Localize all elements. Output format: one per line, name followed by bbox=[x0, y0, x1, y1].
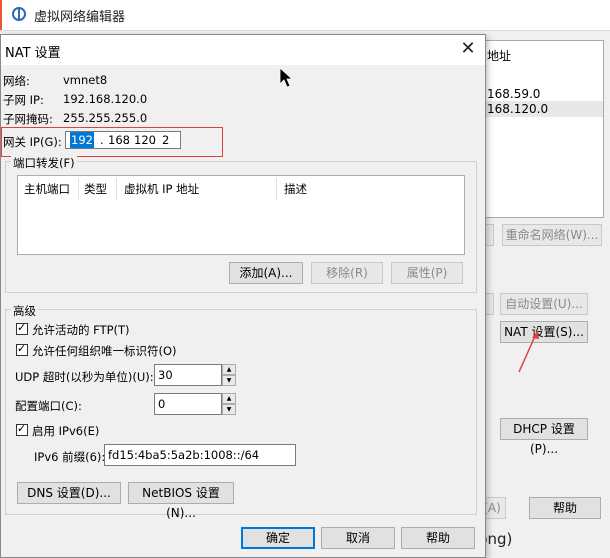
annotation-edge bbox=[0, 0, 2, 30]
annotation-arrow-icon bbox=[518, 330, 539, 373]
config-port-label: 配置端口(C): bbox=[15, 399, 82, 413]
editor-title: 虚拟网络编辑器 bbox=[34, 10, 126, 25]
rename-network-button[interactable]: 重命名网络(W)... bbox=[502, 224, 602, 246]
ip-dot: . bbox=[152, 133, 156, 147]
network-label: 网络: bbox=[3, 74, 30, 88]
list-item[interactable]: 168.59.0 bbox=[487, 87, 540, 101]
close-icon[interactable]: ✕ bbox=[459, 40, 477, 58]
column-header-description[interactable]: 描述 bbox=[284, 181, 307, 197]
gateway-label: 网关 IP(G): bbox=[3, 135, 62, 149]
port-forwarding-title: 端口转发(F) bbox=[11, 155, 77, 171]
udp-timeout-stepper[interactable]: ▲ ▼ bbox=[222, 364, 236, 386]
ip-octet-1[interactable]: 192 bbox=[70, 132, 94, 148]
ipv6-prefix-label: IPv6 前缀(6): bbox=[34, 450, 106, 464]
column-divider bbox=[116, 178, 117, 200]
dns-settings-button[interactable]: DNS 设置(D)... bbox=[17, 482, 121, 504]
dhcp-settings-button[interactable]: DHCP 设置(P)... bbox=[500, 418, 588, 456]
subnet-ip-label: 子网 IP: bbox=[3, 93, 44, 107]
network-list[interactable]: 地址 168.59.0 168.120.0 bbox=[478, 40, 604, 218]
ip-octet-4[interactable]: 2 bbox=[162, 132, 169, 148]
subnet-ip-value: 192.168.120.0 bbox=[63, 92, 148, 106]
cancel-button[interactable]: 取消 bbox=[321, 527, 395, 549]
list-item-label: 168.120.0 bbox=[487, 102, 549, 116]
allow-any-oui-checkbox[interactable] bbox=[16, 342, 28, 356]
column-header-type[interactable]: 类型 bbox=[84, 181, 107, 197]
dialog-title-bar: NAT 设置 ✕ bbox=[1, 35, 485, 65]
spin-up-icon[interactable]: ▲ bbox=[222, 364, 236, 375]
config-port-input[interactable]: 0 bbox=[154, 393, 222, 415]
subnet-mask-label: 子网掩码: bbox=[3, 112, 53, 126]
spin-down-icon[interactable]: ▼ bbox=[222, 375, 236, 386]
ip-dot: . bbox=[100, 133, 104, 147]
allow-any-oui-label[interactable]: 允许任何组织唯一标识符(O) bbox=[32, 343, 177, 359]
udp-timeout-input[interactable]: 30 bbox=[154, 364, 222, 386]
auto-settings-button[interactable]: 自动设置(U)... bbox=[500, 293, 588, 315]
column-header-host-port[interactable]: 主机端口 bbox=[24, 181, 70, 197]
list-item-selected[interactable]: 168.120.0 bbox=[479, 101, 603, 117]
spin-up-icon[interactable]: ▲ bbox=[222, 393, 236, 404]
remove-port-forward-button[interactable]: 移除(R) bbox=[311, 262, 383, 284]
column-header-vm-ip[interactable]: 虚拟机 IP 地址 bbox=[124, 181, 199, 197]
network-value: vmnet8 bbox=[63, 73, 108, 87]
subnet-mask-value: 255.255.255.0 bbox=[63, 111, 148, 125]
properties-button[interactable]: 属性(P) bbox=[391, 262, 463, 284]
enable-ipv6-checkbox[interactable] bbox=[16, 422, 28, 436]
add-port-forward-button[interactable]: 添加(A)... bbox=[229, 262, 303, 284]
advanced-title: 高级 bbox=[11, 303, 38, 319]
editor-title-bar: 虚拟网络编辑器 bbox=[0, 0, 610, 31]
config-port-stepper[interactable]: ▲ ▼ bbox=[222, 393, 236, 415]
dialog-title: NAT 设置 bbox=[5, 46, 61, 61]
ip-dot: . bbox=[126, 133, 130, 147]
column-divider bbox=[276, 178, 277, 200]
allow-active-ftp-label[interactable]: 允许活动的 FTP(T) bbox=[32, 322, 130, 338]
nat-settings-dialog: NAT 设置 ✕ 网络: vmnet8 子网 IP: 192.168.120.0… bbox=[0, 34, 486, 558]
help-button[interactable]: 帮助 bbox=[401, 527, 475, 549]
mouse-cursor-icon bbox=[279, 67, 294, 88]
column-divider bbox=[78, 178, 79, 200]
globe-icon bbox=[12, 7, 26, 21]
enable-ipv6-label[interactable]: 启用 IPv6(E) bbox=[32, 423, 99, 439]
netbios-settings-button[interactable]: NetBIOS 设置(N)... bbox=[128, 482, 234, 520]
ok-button[interactable]: 确定 bbox=[241, 527, 315, 549]
help-button-bg[interactable]: 帮助 bbox=[529, 497, 601, 519]
port-forwarding-table[interactable]: 主机端口 类型 虚拟机 IP 地址 描述 bbox=[17, 175, 465, 255]
ipv6-prefix-input[interactable]: fd15:4ba5:5a2b:1008::/64 bbox=[104, 444, 296, 466]
list-header-address: 地址 bbox=[487, 49, 512, 63]
allow-active-ftp-checkbox[interactable] bbox=[16, 321, 28, 335]
spin-down-icon[interactable]: ▼ bbox=[222, 404, 236, 415]
gateway-ip-field[interactable]: 192 . 168 . 120 . 2 bbox=[65, 131, 181, 149]
udp-timeout-label: UDP 超时(以秒为单位)(U): bbox=[15, 370, 154, 384]
